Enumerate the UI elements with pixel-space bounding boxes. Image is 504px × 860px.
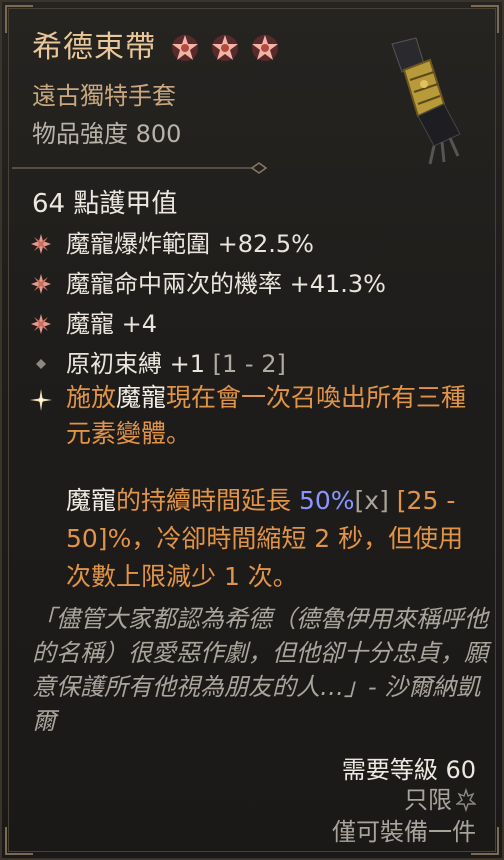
affix-text: 魔寵命中兩次的機率 +41.3% bbox=[66, 270, 386, 298]
class-limit: 只限 bbox=[404, 786, 452, 814]
ornate-bullet-icon bbox=[31, 234, 51, 254]
effect-skill-name: 魔寵 bbox=[66, 486, 117, 515]
effect-multiplier: [x] bbox=[354, 486, 389, 515]
star-icon bbox=[212, 35, 238, 61]
header-divider bbox=[12, 162, 268, 174]
equip-limit: 僅可裝備一件 bbox=[332, 818, 476, 846]
greater-affix-stars bbox=[170, 33, 280, 63]
sparkle-icon bbox=[30, 389, 52, 411]
limit-row: 只限 bbox=[404, 784, 476, 816]
item-name: 希德束帶 bbox=[32, 30, 156, 65]
diamond-bullet-icon bbox=[36, 359, 46, 369]
ornate-bullet-icon bbox=[31, 314, 51, 334]
tooltip-header: 希德束帶 遠古獨特手套 物品強度 800 bbox=[2, 2, 502, 165]
affix-row: 魔寵命中兩次的機率 +41.3% bbox=[30, 264, 480, 304]
armor-value: 64 點護甲值 bbox=[32, 189, 178, 219]
unique-power: 施放魔寵現在會一次召喚出所有三種元素變體。 bbox=[30, 380, 490, 452]
star-icon bbox=[252, 35, 278, 61]
effect-value: 50% bbox=[298, 486, 355, 515]
title-row: 希德束帶 bbox=[32, 30, 280, 66]
affix-range: [1 - 2] bbox=[205, 350, 286, 378]
item-tooltip: 希德束帶 遠古獨特手套 物品強度 800 64 點護甲值 魔寵爆炸範圍 +82.… bbox=[0, 0, 504, 860]
flavor-text: 「儘管大家都認為希德（德魯伊用來稱呼他的名稱）很愛惡作劇，但他卻十分忠貞，願意保… bbox=[32, 605, 488, 735]
ornate-bullet-icon bbox=[31, 274, 51, 294]
gloves-icon bbox=[391, 37, 461, 165]
unique-effect: 魔寵的持續時間延長 50%[x] [25 - 50]%，冷卻時間縮短 2 秒，但… bbox=[66, 482, 486, 596]
item-power: 物品強度 800 bbox=[32, 120, 182, 148]
frame-corner bbox=[5, 827, 33, 855]
unique-text-1: 施放 bbox=[66, 383, 117, 412]
unique-power-text: 施放魔寵現在會一次召喚出所有三種元素變體。 bbox=[66, 380, 486, 452]
affix-list: 魔寵爆炸範圍 +82.5% 魔寵命中兩次的機率 +41.3% 魔寵 +4 原初束… bbox=[30, 224, 480, 384]
affix-text: 魔寵 +4 bbox=[66, 310, 158, 338]
affix-row: 魔寵爆炸範圍 +82.5% bbox=[30, 224, 480, 264]
affix-text: 原初束縛 +1 [1 - 2] bbox=[66, 348, 286, 380]
unique-skill-name: 魔寵 bbox=[116, 383, 167, 412]
affix-text: 魔寵爆炸範圍 +82.5% bbox=[66, 230, 314, 258]
item-type: 遠古獨特手套 bbox=[32, 82, 176, 110]
druid-class-icon bbox=[456, 788, 476, 812]
affix-text-value: 原初束縛 +1 bbox=[66, 350, 206, 378]
affix-row: 原初束縛 +1 [1 - 2] bbox=[30, 344, 480, 384]
star-icon bbox=[172, 35, 198, 61]
affix-row: 魔寵 +4 bbox=[30, 304, 480, 344]
required-level: 需要等級 60 bbox=[341, 756, 476, 784]
effect-text-1: 的持續時間延長 bbox=[116, 486, 299, 515]
